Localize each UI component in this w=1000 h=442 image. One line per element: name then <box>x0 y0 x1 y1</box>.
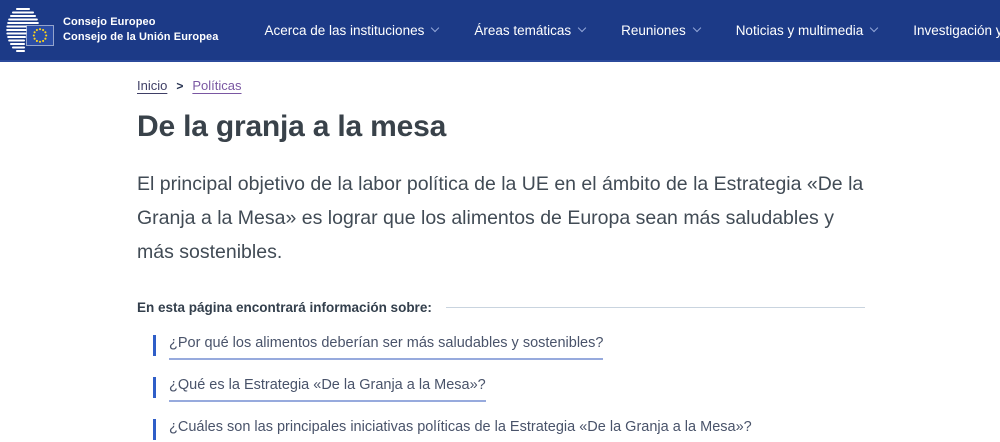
lead-paragraph: El principal objetivo de la labor políti… <box>137 167 865 269</box>
nav-item-noticias-y-multimedia[interactable]: Noticias y multimedia <box>736 23 878 38</box>
chevron-down-icon <box>431 24 439 32</box>
nav-item-areas-tematicas[interactable]: Áreas temáticas <box>474 23 585 38</box>
on-this-page-section: En esta página encontrará información so… <box>137 300 865 315</box>
breadcrumb: Inicio > Políticas <box>137 78 865 93</box>
nav-item-label: Investigación y publicaciones <box>913 23 1000 38</box>
main-content: Inicio > Políticas De la granja a la mes… <box>0 62 865 442</box>
page: Consejo Europeo Consejo de la Unión Euro… <box>0 0 1000 442</box>
logo-text: Consejo Europeo Consejo de la Unión Euro… <box>63 15 219 45</box>
toc-item: ¿Cuáles son las principales iniciativas … <box>153 418 865 442</box>
logo-line1: Consejo Europeo <box>63 15 219 30</box>
site-header: Consejo Europeo Consejo de la Unión Euro… <box>0 0 1000 62</box>
logo-line2: Consejo de la Unión Europea <box>63 30 219 45</box>
on-this-page-label: En esta página encontrará información so… <box>137 300 432 315</box>
chevron-down-icon <box>692 24 700 32</box>
toc-bar-icon <box>153 335 156 356</box>
nav-item-acerca-de-las-instituciones[interactable]: Acerca de las instituciones <box>265 23 439 38</box>
toc-link-que-es-la-estrategia[interactable]: ¿Qué es la Estrategia «De la Granja a la… <box>169 376 486 402</box>
toc-link-principales-iniciativas[interactable]: ¿Cuáles son las principales iniciativas … <box>169 418 752 442</box>
toc-list: ¿Por qué los alimentos deberían ser más … <box>137 334 865 442</box>
toc-bar-icon <box>153 419 156 440</box>
breadcrumb-link-politicas[interactable]: Políticas <box>192 78 241 93</box>
toc-link-saludables-sostenibles[interactable]: ¿Por qué los alimentos deberían ser más … <box>169 334 603 360</box>
toc-item: ¿Por qué los alimentos deberían ser más … <box>153 334 865 360</box>
nav-item-label: Reuniones <box>621 23 686 38</box>
breadcrumb-link-inicio[interactable]: Inicio <box>137 78 167 93</box>
breadcrumb-separator-icon: > <box>176 79 183 93</box>
nav-item-label: Noticias y multimedia <box>736 23 864 38</box>
nav-item-label: Áreas temáticas <box>474 23 571 38</box>
eu-flag-icon <box>26 25 54 51</box>
chevron-down-icon <box>578 24 586 32</box>
toc-item: ¿Qué es la Estrategia «De la Granja a la… <box>153 376 865 402</box>
nav-item-investigacion-y-publicaciones[interactable]: Investigación y publicaciones <box>913 23 1000 38</box>
nav-item-label: Acerca de las instituciones <box>265 23 425 38</box>
council-logo[interactable]: Consejo Europeo Consejo de la Unión Euro… <box>6 4 219 56</box>
toc-bar-icon <box>153 377 156 398</box>
main-nav: Acerca de las instituciones Áreas temáti… <box>265 23 1000 38</box>
page-title: De la granja a la mesa <box>137 110 865 144</box>
horizontal-rule <box>446 307 865 308</box>
council-swirl-icon <box>6 4 56 56</box>
chevron-down-icon <box>870 24 878 32</box>
nav-item-reuniones[interactable]: Reuniones <box>621 23 700 38</box>
